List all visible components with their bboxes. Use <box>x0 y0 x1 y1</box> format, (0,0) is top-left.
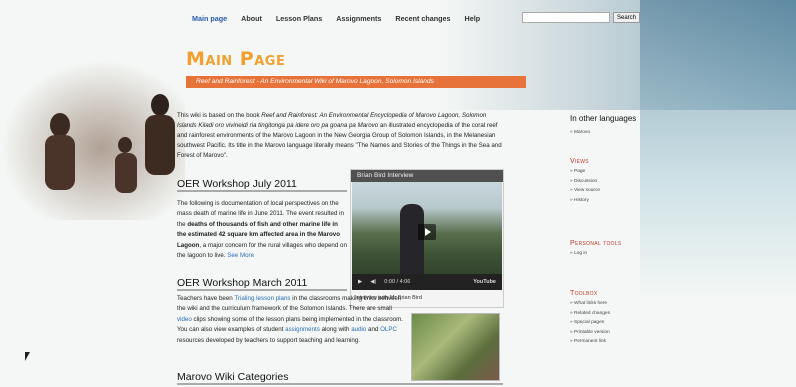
march-t6: resources developed by teachers to suppo… <box>177 336 360 344</box>
nav-assignments[interactable]: Assignments <box>336 14 381 23</box>
intro-paragraph: This wiki is based on the book Reef and … <box>177 111 503 161</box>
video-link[interactable]: video <box>177 316 192 323</box>
page-title: Main Page <box>186 48 286 70</box>
march-t5: and <box>366 326 381 334</box>
olpc-link[interactable]: OLPC <box>380 326 397 333</box>
other-languages-heading: In other languages <box>570 114 637 123</box>
what-links-here-link[interactable]: » What links here <box>570 301 610 306</box>
video-time: 0:00 / 4:06 <box>384 279 411 285</box>
language-link-marovo[interactable]: » Marovo <box>570 130 590 135</box>
toolbox-box: Toolbox » What links here » Related chan… <box>570 290 610 349</box>
nav-help[interactable]: Help <box>465 14 481 23</box>
login-link[interactable]: » Log in <box>570 251 622 256</box>
video-player[interactable]: Brian Bird Interview ▶ ◀) 0:00 / 4:06 Yo… <box>350 169 504 308</box>
view-page-link[interactable]: » Page <box>570 169 600 174</box>
search-button[interactable]: Search <box>613 12 641 23</box>
march-t4: along with <box>319 326 352 334</box>
view-source-link[interactable]: » View source <box>570 188 600 193</box>
mouse-cursor-icon <box>25 352 30 361</box>
nav-lesson-plans[interactable]: Lesson Plans <box>276 14 322 23</box>
july-text-b: , a major concern for the rural villages… <box>177 241 347 260</box>
toolbox-heading: Toolbox <box>570 290 598 297</box>
views-box: Views » Page » Discussion » View source … <box>570 158 600 207</box>
view-history-link[interactable]: » History <box>570 198 600 203</box>
personal-tools-heading: Personal tools <box>570 240 622 247</box>
top-nav: Main page About Lesson Plans Assignments… <box>192 14 494 23</box>
heading-categories: Marovo Wiki Categories <box>177 371 503 385</box>
video-frame[interactable] <box>352 182 502 284</box>
section-march-text: Teachers have been Trialing lesson plans… <box>177 294 403 346</box>
volume-icon[interactable]: ◀) <box>370 279 376 285</box>
heading-oer-march: OER Workshop March 2011 <box>177 277 347 291</box>
heading-oer-july: OER Workshop July 2011 <box>177 178 347 192</box>
play-icon[interactable] <box>418 224 436 240</box>
printable-version-link[interactable]: » Printable version <box>570 330 610 335</box>
page-subtitle-banner: Reef and Rainforest - An Environmental W… <box>186 76 526 88</box>
intro-text: This wiki is based on the book <box>177 112 262 119</box>
related-changes-link[interactable]: » Related changes <box>570 311 610 316</box>
video-title: Brian Bird Interview <box>351 170 503 182</box>
views-heading: Views <box>570 158 589 165</box>
assignments-link[interactable]: assignments <box>285 326 320 333</box>
search-input[interactable] <box>522 12 610 23</box>
youtube-logo-icon[interactable]: YouTube <box>473 279 496 285</box>
section-july-text: The following is documentation of local … <box>177 199 347 261</box>
page: Main page About Lesson Plans Assignments… <box>0 0 796 387</box>
trialing-lesson-plans-link[interactable]: Trialing lesson plans <box>234 295 290 302</box>
permanent-link[interactable]: » Permanent link <box>570 339 610 344</box>
nav-recent-changes[interactable]: Recent changes <box>395 14 450 23</box>
audio-link[interactable]: audio <box>351 326 366 333</box>
special-pages-link[interactable]: » Special pages <box>570 320 610 325</box>
see-more-link[interactable]: See More <box>227 252 254 259</box>
nav-about[interactable]: About <box>241 14 262 23</box>
play-control-icon[interactable]: ▶ <box>358 279 362 285</box>
personal-tools-box: Personal tools » Log in <box>570 240 622 261</box>
background-people-image <box>45 94 175 193</box>
march-t1: Teachers have been <box>177 295 235 302</box>
nav-main-page[interactable]: Main page <box>192 14 227 23</box>
search-box: Search <box>522 12 641 23</box>
background-lagoon-right <box>640 0 796 300</box>
video-controls: ▶ ◀) 0:00 / 4:06 YouTube <box>352 274 502 290</box>
view-discussion-link[interactable]: » Discussion <box>570 179 600 184</box>
